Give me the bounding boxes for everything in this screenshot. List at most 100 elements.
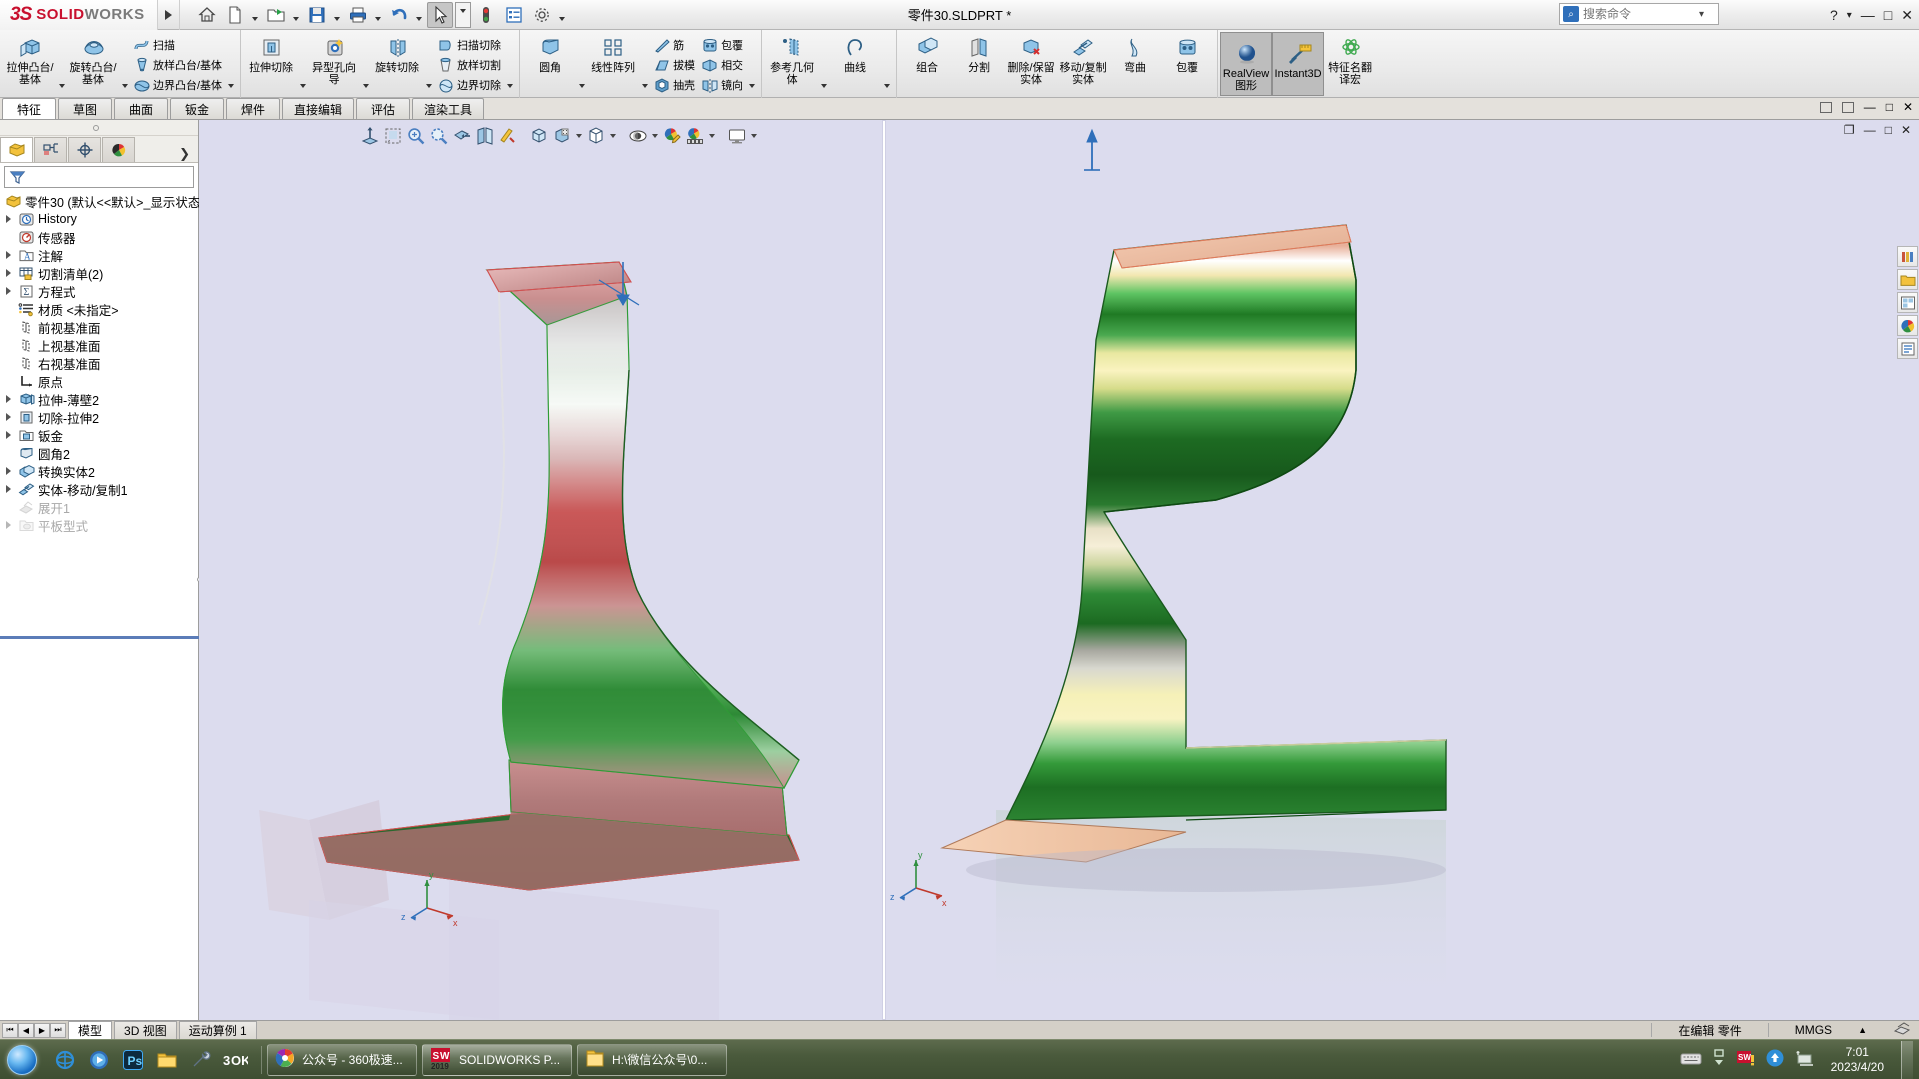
- loft-boss-button[interactable]: 放样凸台/基体: [130, 55, 225, 75]
- graphics-area[interactable]: ❐ — □ ✕ y x z y x z: [199, 120, 1919, 1020]
- shell-button[interactable]: 抽壳: [650, 75, 698, 95]
- property-manager-tab[interactable]: [34, 137, 67, 162]
- revolve-boss-caret[interactable]: [119, 79, 130, 93]
- tab-features[interactable]: 特征: [2, 98, 56, 119]
- overlay-icon[interactable]: [1893, 1021, 1911, 1039]
- revolve-boss-button[interactable]: 旋转凸台/基体: [67, 32, 119, 86]
- taskbar-button-folder[interactable]: H:\微信公众号\0...: [577, 1043, 727, 1076]
- panel-pin-dot[interactable]: [93, 125, 99, 131]
- search-input-box[interactable]: ⌕ ▾: [1559, 3, 1719, 25]
- extrude-cut-caret[interactable]: [297, 79, 308, 93]
- last-tab-button[interactable]: ⏭: [50, 1022, 66, 1038]
- solidworks-tray-icon[interactable]: SW: [1736, 1049, 1756, 1070]
- tab-direct-editing[interactable]: 直接编辑: [282, 98, 355, 119]
- view-orientation-icon[interactable]: [474, 125, 496, 147]
- viewport-layout-icon[interactable]: [726, 125, 748, 147]
- mirror-button[interactable]: 镜向: [698, 75, 746, 95]
- display-state-icon[interactable]: [551, 125, 573, 147]
- tree-arrow-cut-extrude[interactable]: [2, 413, 15, 421]
- custom-properties-icon[interactable]: [1897, 338, 1918, 359]
- section-view-icon[interactable]: [451, 125, 473, 147]
- gfx-restore-icon[interactable]: ❐: [1844, 123, 1855, 137]
- tree-item-cut-extrude[interactable]: 切除-拉伸2: [2, 408, 198, 426]
- tree-item-front-plane[interactable]: 前视基准面: [2, 318, 198, 336]
- tree-arrow-flat-pattern[interactable]: [2, 521, 15, 529]
- appearances-scenes-icon[interactable]: [1897, 315, 1918, 336]
- tree-item-convert-body[interactable]: 转换实体2: [2, 462, 198, 480]
- new-document-caret[interactable]: [250, 2, 261, 28]
- explorer-folder-icon[interactable]: [154, 1047, 180, 1073]
- rib-button[interactable]: 筋: [650, 35, 698, 55]
- tree-item-sheetmetal[interactable]: 钣金: [2, 426, 198, 444]
- viewport-splitter[interactable]: [882, 120, 886, 1020]
- rebuild-icon[interactable]: [473, 2, 499, 28]
- maximize-doc-box[interactable]: □: [1886, 100, 1893, 114]
- file-explorer-icon[interactable]: [1897, 269, 1918, 290]
- close-doc-x[interactable]: ✕: [1903, 100, 1913, 114]
- reference-geometry-caret[interactable]: [818, 79, 829, 93]
- photoshop-icon[interactable]: Ps: [120, 1047, 146, 1073]
- cut-group-caret[interactable]: [504, 79, 515, 93]
- tree-item-right-plane[interactable]: 右视基准面: [2, 354, 198, 372]
- extrude-cut-button[interactable]: 拉伸切除: [245, 32, 297, 74]
- ok-app-icon[interactable]: 3 OK: [222, 1047, 248, 1073]
- tree-item-material[interactable]: 材质 <未指定>: [2, 300, 198, 318]
- delete-keep-body-button[interactable]: 删除/保留实体: [1005, 32, 1057, 86]
- zoom-to-area-icon[interactable]: [382, 125, 404, 147]
- taskbar-button-browser[interactable]: 公众号 - 360极速...: [267, 1043, 417, 1076]
- extrude-boss-caret[interactable]: [56, 79, 67, 93]
- tree-item-origin[interactable]: 原点: [2, 372, 198, 390]
- tree-item-flat-pattern[interactable]: 平板型式: [2, 516, 198, 534]
- display-manager-tab[interactable]: [102, 137, 135, 162]
- sweep-cut-button[interactable]: 扫描切除: [434, 35, 504, 55]
- gfx-close-icon[interactable]: ✕: [1901, 123, 1911, 137]
- tab-evaluate[interactable]: 评估: [356, 98, 411, 119]
- network-icon[interactable]: [1794, 1049, 1814, 1070]
- help-button[interactable]: ?: [1830, 7, 1838, 23]
- gear-caret[interactable]: [557, 2, 568, 28]
- linear-pattern-button[interactable]: 线性阵列: [587, 32, 639, 74]
- help-caret[interactable]: ▾: [1847, 10, 1852, 21]
- units-label[interactable]: MMGS: [1795, 1023, 1832, 1037]
- menu-expand-arrow[interactable]: [158, 0, 180, 30]
- tree-item-extrude-thin[interactable]: 拉伸-薄壁2: [2, 390, 198, 408]
- tree-filter-box[interactable]: [4, 166, 194, 188]
- intersect-button[interactable]: 相交: [698, 55, 746, 75]
- extrude-boss-button[interactable]: 拉伸凸台/基体: [4, 32, 56, 86]
- tree-arrow-cutlist[interactable]: [2, 269, 15, 277]
- viewport-right[interactable]: y x z: [886, 120, 1919, 1020]
- tree-item-history[interactable]: History: [2, 210, 198, 228]
- tree-arrow-move-copy-body[interactable]: [2, 485, 15, 493]
- next-tab-button[interactable]: ▶: [34, 1022, 50, 1038]
- ie-browser-icon[interactable]: [52, 1047, 78, 1073]
- open-folder-icon[interactable]: [263, 2, 289, 28]
- undo-icon[interactable]: [386, 2, 412, 28]
- select-cursor-caret[interactable]: [454, 1, 471, 28]
- fillet-button[interactable]: 圆角: [524, 32, 576, 74]
- show-desktop-button[interactable]: [1901, 1040, 1913, 1079]
- revolve-cut-caret[interactable]: [423, 79, 434, 93]
- sweep-button[interactable]: 扫描: [130, 35, 225, 55]
- start-button[interactable]: [0, 1041, 44, 1079]
- tab-sheetmetal[interactable]: 钣金: [170, 98, 224, 119]
- tab-render-tools[interactable]: 渲染工具: [412, 98, 485, 119]
- tree-arrow-convert-body[interactable]: [2, 467, 15, 475]
- tree-item-equations[interactable]: Σ 方程式: [2, 282, 198, 300]
- view-palette-icon[interactable]: [1897, 292, 1918, 313]
- view-settings-icon[interactable]: [627, 125, 649, 147]
- close-button[interactable]: ✕: [1901, 7, 1913, 24]
- undo-caret[interactable]: [414, 2, 425, 28]
- feature-tree-tab[interactable]: [0, 137, 33, 162]
- gfx-minimize-icon[interactable]: —: [1864, 123, 1876, 137]
- feature-translate-macro-button[interactable]: 特征名翻译宏: [1324, 32, 1376, 86]
- viewport-layout-caret[interactable]: [749, 125, 759, 147]
- loft-cut-button[interactable]: 放样切割: [434, 55, 504, 75]
- save-caret[interactable]: [332, 2, 343, 28]
- doc-tab-model[interactable]: 模型: [68, 1021, 113, 1039]
- hole-wizard-caret[interactable]: [360, 79, 371, 93]
- design-library-icon[interactable]: [1897, 246, 1918, 267]
- edit-appearance-icon[interactable]: [661, 125, 683, 147]
- realview-button[interactable]: RealView 图形: [1220, 32, 1273, 96]
- restore-doc-icon[interactable]: [1819, 101, 1832, 113]
- tree-arrow-sheetmetal[interactable]: [2, 431, 15, 439]
